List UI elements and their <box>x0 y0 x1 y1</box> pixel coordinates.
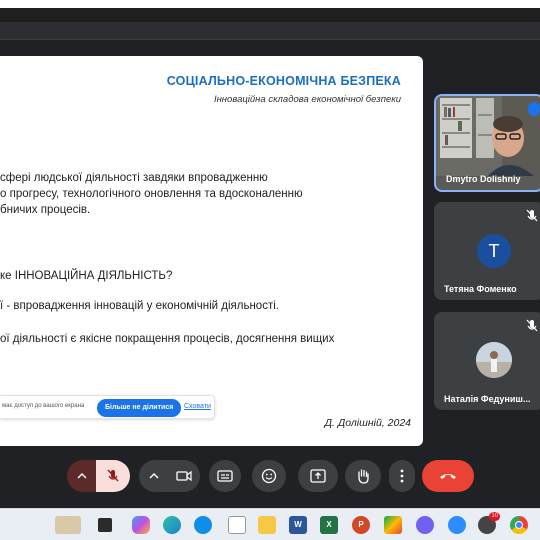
participant-name: Тетяна Фоменко <box>444 284 517 294</box>
shared-screen-slide: СОЦІАЛЬНО-ЕКОНОМІЧНА БЕЗПЕКА Інноваційна… <box>0 56 423 446</box>
chrome-icon[interactable] <box>510 516 528 534</box>
notification-badge: 10 <box>489 512 500 521</box>
participant-name: Наталія Федуниш... <box>444 394 531 404</box>
slide-author: Д. Долішній, 2024 <box>324 417 411 429</box>
slide-line: бничих процесів. <box>0 204 91 216</box>
avatar <box>476 342 512 378</box>
participant-tile-dmytro[interactable]: Dmytro Dolishniy <box>434 94 540 192</box>
present-now-button[interactable] <box>298 460 338 492</box>
avatar: T <box>477 234 511 268</box>
slide-subtitle: Інноваційна складова економічної безпеки <box>213 94 401 105</box>
widgets-icon[interactable] <box>55 516 81 534</box>
google-meet-window: СОЦІАЛЬНО-ЕКОНОМІЧНА БЕЗПЕКА Інноваційна… <box>0 8 540 508</box>
call-controls-bar <box>0 458 540 508</box>
slide-goal: ої діяльності є якісне покращення процес… <box>0 333 335 345</box>
edge-icon[interactable] <box>163 516 181 534</box>
more-options-button[interactable] <box>389 460 415 492</box>
speaking-indicator-icon <box>528 102 540 116</box>
raise-hand-button[interactable] <box>345 460 381 492</box>
task-view-icon[interactable] <box>98 518 112 532</box>
meet-icon[interactable] <box>384 516 402 534</box>
screen-share-notice: має доступ до вашого екрана Більше не ді… <box>0 395 215 419</box>
slide-paragraph: сфері людської діяльності завдяки впрова… <box>0 170 303 218</box>
chrome-center-icon <box>515 521 523 529</box>
mic-off-icon <box>526 209 538 222</box>
share-notice-text: має доступ до вашого екрана <box>2 403 85 409</box>
raise-hand-icon <box>358 469 369 484</box>
reactions-button[interactable] <box>252 460 286 492</box>
teamviewer-icon[interactable] <box>194 516 212 534</box>
participant-name: Dmytro Dolishniy <box>446 174 521 184</box>
mic-off-icon <box>107 469 119 482</box>
slide-question: ке ІННОВАЦІЙНА ДІЯЛЬНІСТЬ? <box>0 270 173 282</box>
camera-icon <box>176 470 192 482</box>
excel-icon[interactable]: X <box>320 516 338 534</box>
stop-sharing-button[interactable]: Більше не ділитися <box>97 399 182 417</box>
browser-tab-strip <box>0 8 540 22</box>
emoji-icon <box>261 468 277 484</box>
video-options-button[interactable] <box>139 460 169 492</box>
present-icon <box>310 469 326 483</box>
file-explorer-icon[interactable] <box>258 516 276 534</box>
powerpoint-icon[interactable]: P <box>352 516 370 534</box>
camera-toggle-button[interactable] <box>168 460 200 492</box>
copilot-icon[interactable] <box>132 516 150 534</box>
video-feed <box>436 96 540 176</box>
audio-options-button[interactable] <box>67 460 97 492</box>
windows-taskbar: W X P 10 <box>0 508 540 540</box>
chevron-up-icon <box>77 473 87 479</box>
call-end-icon <box>440 474 456 479</box>
leave-call-button[interactable] <box>422 460 474 492</box>
viber-icon[interactable] <box>416 516 434 534</box>
slide-definition: ї - впровадження інновацій у економічній… <box>0 300 279 312</box>
file-icon[interactable] <box>228 516 246 534</box>
word-icon[interactable]: W <box>289 516 307 534</box>
slide-line: сфері людської діяльності завдяки впрова… <box>0 172 268 184</box>
zoom-icon[interactable] <box>448 516 466 534</box>
browser-top-bar <box>0 8 540 40</box>
participant-tile-tetiana[interactable]: T Тетяна Фоменко <box>434 202 540 300</box>
notification-app-icon[interactable]: 10 <box>478 512 500 534</box>
chevron-up-icon <box>149 473 159 479</box>
hide-notice-link[interactable]: Сховати <box>184 403 211 410</box>
microphone-toggle-button[interactable] <box>96 460 130 492</box>
slide-title: СОЦІАЛЬНО-ЕКОНОМІЧНА БЕЗПЕКА <box>166 74 401 88</box>
mic-off-icon <box>526 319 538 332</box>
captions-button[interactable] <box>209 460 241 492</box>
participant-tile-natalia[interactable]: Наталія Федуниш... <box>434 312 540 410</box>
captions-icon <box>217 470 233 482</box>
slide-line: о прогресу, технологічного оновлення та … <box>0 188 303 200</box>
more-vert-icon <box>400 469 404 483</box>
